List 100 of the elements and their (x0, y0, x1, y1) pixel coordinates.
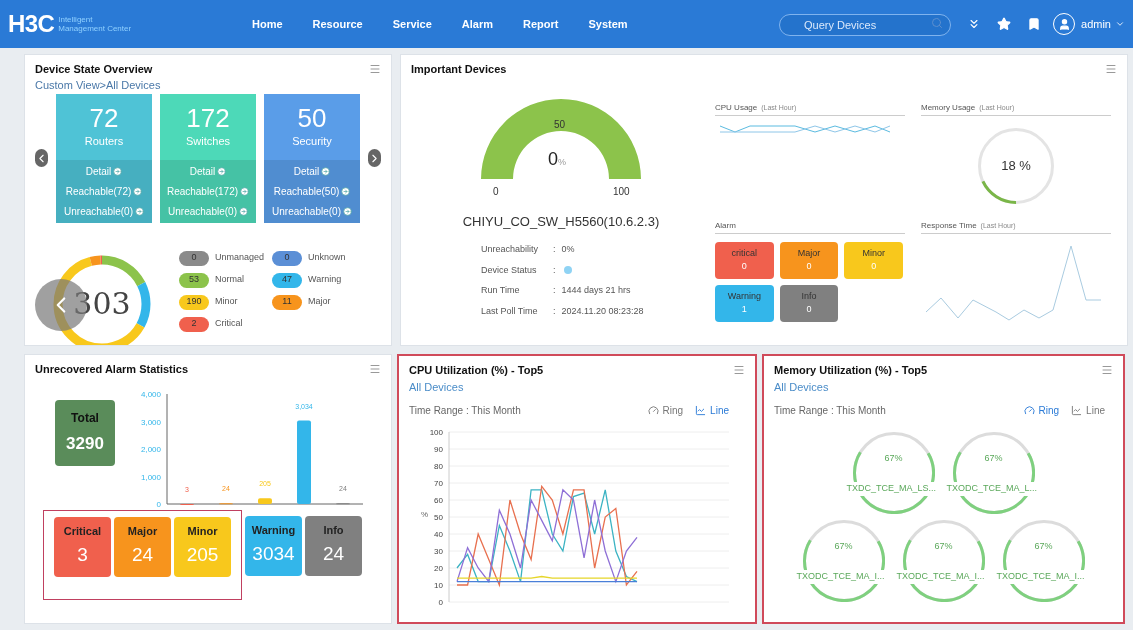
nav-link[interactable]: Report (523, 15, 559, 33)
alarm-tile[interactable]: Info 0 (779, 284, 839, 322)
panel-title: Memory Utilization (%) - Top5 (774, 363, 928, 378)
axis-tick-label: 0 (156, 499, 161, 509)
panel-title: CPU Utilization (%) - Top5 (409, 363, 544, 378)
nav-link[interactable]: System (588, 15, 628, 33)
nav-link[interactable]: Home (252, 15, 283, 33)
line-view-button[interactable]: Line (695, 403, 729, 418)
axis-tick-label: 4,000 (140, 389, 161, 399)
device-link[interactable]: Unreachable(0) (64, 203, 144, 219)
info-separator: : (553, 263, 556, 277)
device-name: TXDC_TCE_MA_LS... (844, 482, 939, 496)
alarm-tile[interactable]: Minor 0 (844, 241, 903, 279)
time-range: Time Range : This Month (409, 404, 521, 418)
status-count-pill: 0 (179, 250, 209, 266)
ring-view-button[interactable]: Ring (647, 403, 684, 418)
status-count-pill: 2 (179, 316, 209, 332)
alarm-label: Minor (187, 523, 218, 539)
axis-tick-label: 80 (434, 462, 443, 471)
axis-tick-label: 70 (434, 479, 443, 488)
memory-reading: 18 % (1000, 156, 1032, 175)
logo-subtitle: Management Center (58, 24, 132, 33)
device-name: TXODC_TCE_MA_I... (894, 570, 987, 584)
axis-tick-label: 3,000 (140, 417, 161, 426)
alarm-count: 0 (806, 303, 812, 316)
alarm-label: Info (323, 522, 344, 538)
nav-link[interactable]: Service (392, 15, 432, 33)
alarm-label: Major (127, 523, 158, 539)
alarm-count: 3 (77, 543, 88, 567)
status-label: Warning (308, 273, 342, 287)
status-count-pill: 190 (179, 294, 209, 310)
alarm-label: Warning (251, 522, 296, 538)
logo: H3C (8, 9, 55, 39)
axis-tick-label: 0 (438, 598, 443, 607)
alarm-tile[interactable]: Major 0 (779, 241, 839, 279)
alarm-tile[interactable]: Warning 3034 (245, 515, 302, 576)
logo-subtitle: Intelligent (58, 15, 94, 24)
user-name[interactable]: admin (1081, 15, 1111, 33)
ring-view-button[interactable]: Ring (1023, 403, 1060, 418)
device-name: TXODC_TCE_MA_I... (794, 570, 887, 584)
axis-tick-label: 2,000 (140, 444, 161, 454)
device-card[interactable]: 172 Switches Detail Reachable(172) Unreachable(0) (160, 93, 256, 223)
status-count-pill: 53 (179, 272, 209, 288)
panel-title: Important Devices (411, 62, 507, 77)
info-value: 2024.11.20 08:23:28 (561, 304, 644, 318)
total-value: 3290 (66, 432, 104, 455)
alarm-tile[interactable]: Info 24 (305, 515, 362, 576)
total-label: Total (71, 409, 99, 427)
status-count-pill: 47 (272, 272, 302, 288)
axis-label: % (421, 510, 429, 519)
axis-tick-label: 30 (434, 547, 443, 556)
nav-link[interactable]: Alarm (461, 15, 494, 33)
devices-link[interactable]: All Devices (409, 378, 745, 395)
device-link[interactable]: Reachable(50) (273, 183, 351, 199)
device-link[interactable]: Reachable(72) (65, 183, 143, 199)
ring-reading: 67% (1033, 540, 1054, 553)
section-title: Response Time (921, 219, 977, 232)
alarm-tile[interactable]: Minor 205 (174, 516, 231, 577)
axis-tick-label: 90 (434, 445, 443, 454)
devices-link[interactable]: All Devices (774, 378, 1113, 395)
axis-tick-label: 1,000 (140, 472, 161, 481)
alarm-count: 205 (186, 543, 219, 567)
search-field[interactable]: Query Devices (779, 14, 952, 36)
device-count: 50 (297, 103, 327, 134)
info-label: Run Time (481, 284, 521, 297)
device-link[interactable]: Reachable(172) (166, 183, 250, 199)
alarm-count: 3034 (252, 542, 295, 566)
device-link[interactable]: Detail (85, 163, 123, 179)
device-card[interactable]: 50 Security Detail Reachable(50) Unreachable(0) (264, 93, 360, 223)
alarm-label: Info (801, 289, 817, 303)
info-separator: : (553, 304, 556, 318)
info-value: 0% (561, 243, 575, 256)
ring-reading: 67% (933, 540, 954, 553)
breadcrumb-link[interactable]: Custom View>All Devices (35, 77, 381, 92)
alarm-count: 0 (741, 260, 747, 273)
nav-link[interactable]: Resource (312, 15, 363, 33)
ring-reading: 67% (883, 452, 904, 465)
alarm-tile[interactable]: critical 0 (715, 241, 774, 279)
device-link[interactable]: Detail (293, 163, 331, 179)
time-range: Time Range : This Month (774, 404, 886, 418)
device-link[interactable]: Unreachable(0) (168, 203, 248, 219)
alarm-label: Major (797, 246, 821, 260)
device-card[interactable]: 72 Routers Detail Reachable(72) Unreachable(0) (56, 93, 152, 223)
status-count-pill: 11 (272, 294, 302, 310)
axis-tick-label: 40 (434, 530, 443, 539)
info-separator: : (553, 243, 556, 256)
device-type: Routers (84, 134, 124, 150)
gauge-tick: 50 (554, 117, 566, 132)
alarm-tile[interactable]: Critical 3 (54, 516, 111, 577)
status-label: Critical (215, 317, 243, 331)
device-type: Security (292, 134, 332, 150)
axis-tick-label: 100 (429, 428, 443, 437)
status-count-pill: 0 (272, 250, 302, 266)
device-link[interactable]: Unreachable(0) (272, 203, 352, 219)
line-view-button[interactable]: Line (1071, 403, 1105, 418)
info-label: Unreachability (481, 243, 540, 256)
device-link[interactable]: Detail (189, 163, 227, 179)
alarm-tile[interactable]: Major 24 (114, 516, 171, 577)
status-label: Normal (215, 273, 244, 287)
alarm-tile[interactable]: Warning 1 (715, 284, 774, 322)
